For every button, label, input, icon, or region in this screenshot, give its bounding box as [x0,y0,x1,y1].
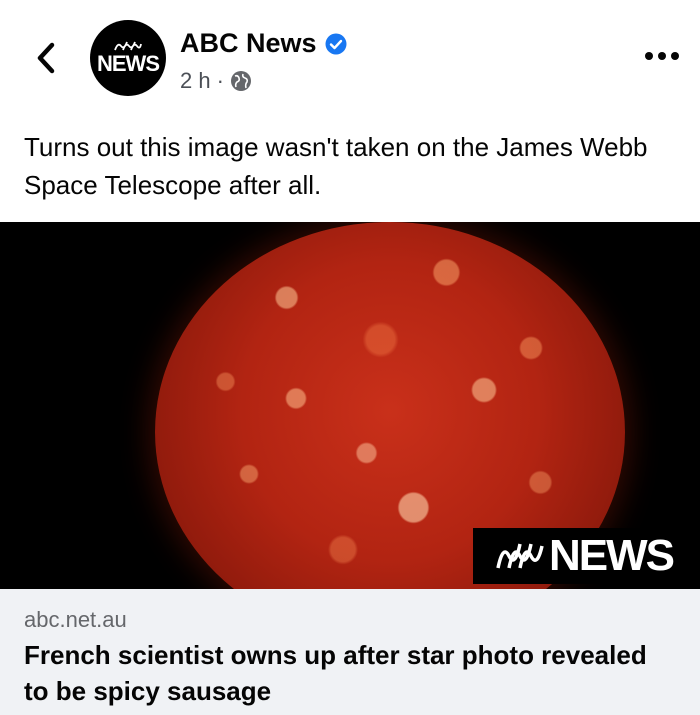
globe-icon [230,71,251,91]
link-headline: French scientist owns up after star phot… [24,640,647,706]
post-time[interactable]: 2 h [180,68,211,94]
abc-logo-icon [114,41,142,50]
page-name: ABC News [180,28,317,58]
link-domain: abc.net.au [24,607,127,632]
post-meta: 2 h · [180,68,252,94]
link-preview[interactable]: abc.net.au French scientist owns up afte… [0,589,700,715]
image-watermark: NEWS [473,528,695,584]
abc-logo-icon [496,543,544,569]
back-button[interactable] [28,38,64,78]
more-horizontal-icon [645,52,679,60]
watermark-text: NEWS [549,531,675,580]
page-name-link[interactable]: ABC News [180,28,347,59]
meta-separator: · [216,68,224,93]
chevron-left-icon [37,42,55,74]
avatar-label: NEWS [97,50,160,76]
more-options-button[interactable] [640,44,684,68]
verified-badge-icon [325,33,347,54]
avatar[interactable]: NEWS [90,20,166,96]
post-caption: Turns out this image wasn't taken on the… [24,132,648,200]
post-header: NEWS ABC News 2 h · [0,0,700,120]
